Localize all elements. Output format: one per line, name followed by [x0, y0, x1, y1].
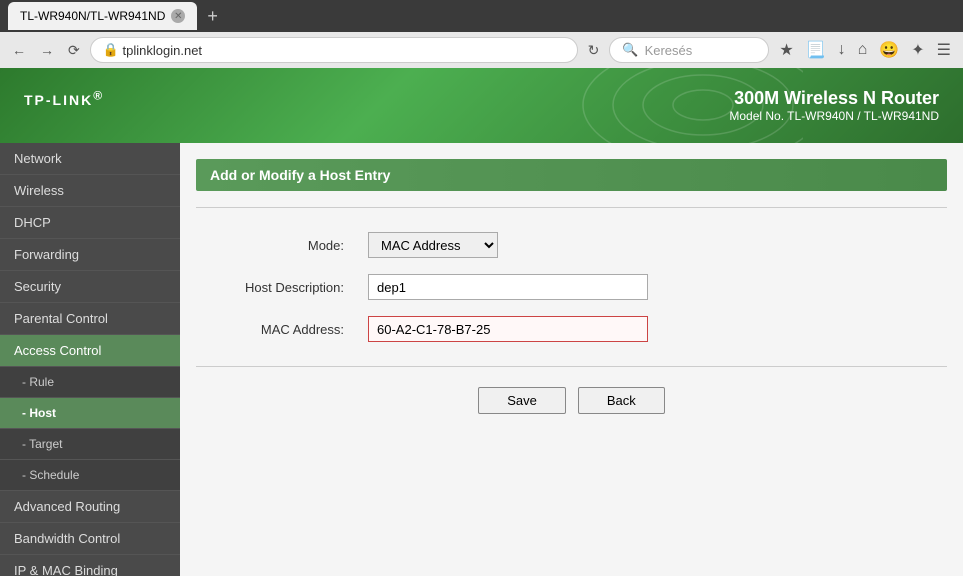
sidebar-item-bandwidth-control[interactable]: Bandwidth Control [0, 523, 180, 555]
bookmark-star-icon[interactable]: ★ [775, 38, 797, 62]
smiley-icon[interactable]: 😀 [875, 38, 903, 62]
mac-address-label: MAC Address: [196, 308, 356, 350]
tab-label: TL-WR940N/TL-WR941ND [20, 9, 165, 23]
mode-label: Mode: [196, 224, 356, 266]
host-entry-form: Mode: MAC Address IP Address Host Descri… [196, 224, 947, 350]
tplink-header: TP-LINK® 300M Wireless N Router Model No… [0, 68, 963, 143]
search-bar[interactable]: 🔍 Keresés [609, 37, 769, 63]
browser-titlebar: TL-WR940N/TL-WR941ND ✕ + [0, 0, 963, 32]
menu-icon[interactable]: ☰ [933, 38, 955, 62]
pocket-icon[interactable]: ✦ [907, 38, 928, 62]
reload-button[interactable]: ⟳ [64, 40, 84, 61]
url-text: tplinklogin.net [123, 43, 203, 58]
host-description-label: Host Description: [196, 266, 356, 308]
sidebar-item-ip-mac-binding[interactable]: IP & MAC Binding [0, 555, 180, 576]
mac-address-row: MAC Address: [196, 308, 947, 350]
section-title: Add or Modify a Host Entry [196, 159, 947, 191]
lock-icon: 🔒 [103, 42, 119, 58]
logo-text: TP-LINK® [24, 92, 104, 108]
sidebar-item-schedule[interactable]: - Schedule [0, 460, 180, 491]
toolbar-icons: ★ 📃 ↓ ⌂ 😀 ✦ ☰ [775, 38, 955, 62]
tab-close-button[interactable]: ✕ [171, 9, 185, 23]
back-button[interactable]: Back [578, 387, 665, 414]
mac-address-input-cell [356, 308, 947, 350]
search-placeholder: Keresés [645, 43, 693, 58]
reader-mode-icon[interactable]: 📃 [802, 38, 830, 62]
mode-input-cell: MAC Address IP Address [356, 224, 947, 266]
sidebar-item-advanced-routing[interactable]: Advanced Routing [0, 491, 180, 523]
main-layout: Network Wireless DHCP Forwarding Securit… [0, 143, 963, 576]
content-area: Add or Modify a Host Entry Mode: MAC Add… [180, 143, 963, 576]
mac-address-input[interactable] [368, 316, 648, 342]
search-icon: 🔍 [622, 42, 638, 58]
mode-select[interactable]: MAC Address IP Address [368, 232, 498, 258]
home-icon[interactable]: ⌂ [854, 39, 872, 61]
host-description-input[interactable] [368, 274, 648, 300]
sidebar-item-rule[interactable]: - Rule [0, 367, 180, 398]
host-description-input-cell [356, 266, 947, 308]
mode-row: Mode: MAC Address IP Address [196, 224, 947, 266]
browser-addressbar: ← → ⟳ 🔒 tplinklogin.net ↻ 🔍 Keresés ★ 📃 … [0, 32, 963, 68]
new-tab-button[interactable]: + [201, 6, 224, 27]
host-description-row: Host Description: [196, 266, 947, 308]
sidebar-item-target[interactable]: - Target [0, 429, 180, 460]
sidebar-item-forwarding[interactable]: Forwarding [0, 239, 180, 271]
header-decoration [503, 68, 803, 143]
top-divider [196, 207, 947, 208]
sidebar-item-security[interactable]: Security [0, 271, 180, 303]
refresh-icon[interactable]: ↻ [584, 40, 604, 61]
sidebar-item-wireless[interactable]: Wireless [0, 175, 180, 207]
tplink-logo: TP-LINK® [24, 89, 104, 123]
back-nav-button[interactable]: ← [8, 40, 30, 60]
url-bar[interactable]: 🔒 tplinklogin.net [90, 37, 578, 63]
sidebar-item-host[interactable]: - Host [0, 398, 180, 429]
sidebar-item-parental-control[interactable]: Parental Control [0, 303, 180, 335]
browser-tab[interactable]: TL-WR940N/TL-WR941ND ✕ [8, 2, 197, 30]
sidebar-item-network[interactable]: Network [0, 143, 180, 175]
download-icon[interactable]: ↓ [834, 39, 850, 61]
bottom-divider [196, 366, 947, 367]
sidebar: Network Wireless DHCP Forwarding Securit… [0, 143, 180, 576]
save-button[interactable]: Save [478, 387, 566, 414]
sidebar-item-dhcp[interactable]: DHCP [0, 207, 180, 239]
sidebar-item-access-control[interactable]: Access Control [0, 335, 180, 367]
form-buttons: Save Back [196, 387, 947, 414]
forward-nav-button[interactable]: → [36, 40, 58, 60]
